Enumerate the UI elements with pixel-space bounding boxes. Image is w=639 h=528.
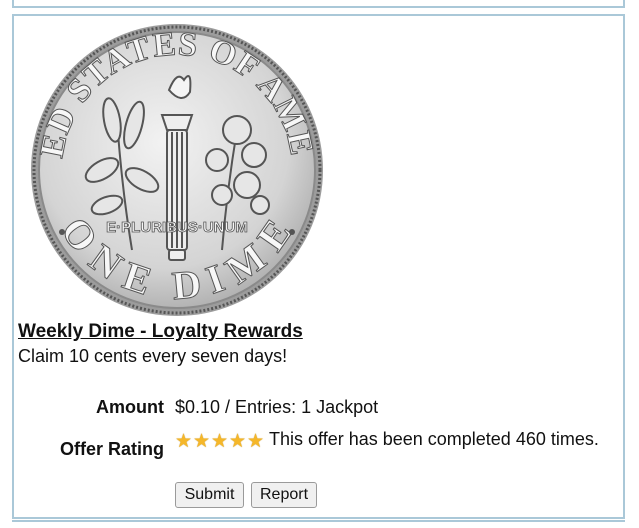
offer-rating-label: Offer Rating bbox=[59, 439, 164, 459]
offer-title-link[interactable]: Weekly Dime - Loyalty Rewards bbox=[18, 321, 303, 343]
offer-description: Claim 10 cents every seven days! bbox=[18, 346, 288, 366]
dime-coin-image: UNITED STATES OF AMERICA ONE DIME bbox=[9, 0, 332, 320]
coin-motto: E·PLURIBUS·UNUM bbox=[106, 219, 248, 236]
offer-card: UNITED STATES OF AMERICA ONE DIME bbox=[9, 0, 625, 519]
star-icon: ★ bbox=[193, 431, 211, 452]
star-icon: ★ bbox=[175, 431, 193, 452]
next-offer-panel bbox=[12, 520, 625, 528]
amount-label: Amount bbox=[96, 397, 164, 417]
star-icon: ★ bbox=[211, 431, 229, 452]
star-icon: ★ bbox=[229, 431, 247, 452]
star-icon: ★ bbox=[247, 431, 265, 452]
rating-stars: ★ ★ ★ ★ ★ bbox=[175, 431, 265, 452]
report-button[interactable]: Report bbox=[251, 482, 317, 508]
submit-button[interactable]: Submit bbox=[175, 482, 244, 508]
offer-rating-value: ★ ★ ★ ★ ★ This offer has been completed … bbox=[175, 428, 605, 451]
amount-value: $0.10 / Entries: 1 Jackpot bbox=[175, 397, 379, 417]
offer-completion-text: This offer has been completed 460 times. bbox=[269, 429, 599, 449]
previous-offer-panel bbox=[12, 0, 625, 8]
